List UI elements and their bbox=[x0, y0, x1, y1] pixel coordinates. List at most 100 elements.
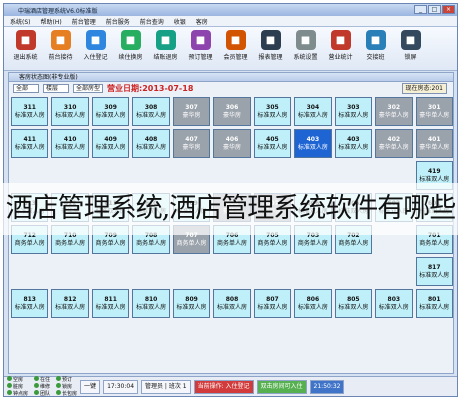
menu-item-2[interactable]: 前台管理 bbox=[72, 17, 96, 26]
room-cell[interactable]: 403 标准双人房 bbox=[294, 129, 332, 158]
toolbar-button-0[interactable]: ■ 退出系统 bbox=[10, 30, 41, 67]
window-controls: _ □ × bbox=[414, 5, 455, 14]
toolbar-button-9[interactable]: ■ 营业统计 bbox=[325, 30, 356, 67]
close-button[interactable]: × bbox=[442, 5, 455, 14]
room-cell[interactable]: 310 标准双人房 bbox=[51, 97, 89, 126]
room-type: 商务单人房 bbox=[55, 239, 86, 247]
toolbar-button-1[interactable]: ■ 前台接待 bbox=[45, 30, 76, 67]
room-number: 801 bbox=[427, 295, 441, 303]
exit-icon: ■ bbox=[15, 30, 36, 50]
toolbar-button-10[interactable]: ■ 交接班 bbox=[360, 30, 391, 67]
status-clock: 21:50:32 bbox=[309, 379, 345, 394]
room-number: 301 bbox=[427, 103, 441, 111]
room-cell[interactable]: 311 标准双人房 bbox=[11, 97, 49, 126]
room-type: 商务单人房 bbox=[14, 239, 45, 247]
room-type: 标准双人房 bbox=[176, 303, 207, 311]
room-cell[interactable]: 302 豪华单人房 bbox=[375, 97, 413, 126]
window-title: 中瑞酒店管理系统V6.0标准版 bbox=[18, 7, 98, 15]
room-cell[interactable]: 811 标准双人房 bbox=[91, 289, 130, 318]
room-cell[interactable]: 406 豪华房 bbox=[213, 129, 251, 158]
room-cell[interactable]: 306 豪华房 bbox=[213, 97, 251, 126]
room-cell[interactable]: 409 标准双人房 bbox=[91, 129, 130, 158]
status-dot-icon bbox=[34, 383, 40, 388]
member-icon: ■ bbox=[225, 30, 246, 50]
empty-slot bbox=[51, 257, 88, 286]
room-cell[interactable]: 308 标准双人房 bbox=[132, 97, 170, 126]
room-cell[interactable]: 403 标准双人房 bbox=[334, 129, 373, 158]
room-cell[interactable]: 401 豪华单人房 bbox=[415, 129, 453, 158]
menu-item-6[interactable]: 客房 bbox=[196, 17, 208, 26]
room-cell[interactable]: 410 标准双人房 bbox=[51, 129, 89, 158]
filter-bar: 全部 楼层 全部房型 营业日期:2013-07-18 现在房态:201 bbox=[9, 82, 453, 95]
room-type: 标准双人房 bbox=[297, 303, 328, 311]
gear-icon: ■ bbox=[295, 30, 316, 50]
room-cell[interactable]: 402 豪华单人房 bbox=[375, 129, 413, 158]
room-cell[interactable]: 812 标准双人房 bbox=[51, 289, 89, 318]
room-cell[interactable]: 810 标准双人房 bbox=[132, 289, 170, 318]
room-cell[interactable]: 309 标准双人房 bbox=[91, 97, 130, 126]
toolbar-button-6[interactable]: ■ 会员管理 bbox=[220, 30, 251, 67]
legend-label: 团队 bbox=[40, 391, 51, 397]
menu-item-5[interactable]: 收银 bbox=[174, 17, 186, 26]
toolbar-button-8[interactable]: ■ 系统设置 bbox=[290, 30, 321, 67]
room-number: 411 bbox=[23, 135, 36, 143]
room-number: 407 bbox=[185, 135, 198, 143]
empty-slot bbox=[173, 257, 210, 286]
menu-item-0[interactable]: 系统(S) bbox=[10, 17, 31, 26]
room-cell[interactable]: 411 标准双人房 bbox=[11, 129, 49, 158]
room-number: 403 bbox=[306, 135, 320, 143]
room-cell[interactable]: 405 标准双人房 bbox=[253, 129, 292, 158]
menu-item-3[interactable]: 前台服务 bbox=[106, 17, 130, 26]
room-type: 标准双人房 bbox=[136, 143, 167, 151]
menu-item-1[interactable]: 帮助(H) bbox=[41, 17, 62, 26]
empty-slot bbox=[92, 257, 129, 286]
status-segment-1: 一键 bbox=[80, 379, 101, 394]
room-cell[interactable]: 807 标准双人房 bbox=[253, 289, 292, 318]
room-cell[interactable]: 817 标准双人房 bbox=[415, 257, 453, 286]
room-type: 豪华单人房 bbox=[378, 111, 409, 119]
toolbar-button-3[interactable]: ■ 续住换房 bbox=[115, 30, 146, 67]
room-cell[interactable]: 805 标准双人房 bbox=[334, 289, 373, 318]
room-number: 403 bbox=[347, 135, 360, 143]
room-number: 817 bbox=[427, 263, 441, 271]
building-select[interactable]: 全部 bbox=[13, 84, 39, 93]
room-number: 305 bbox=[266, 103, 279, 111]
room-cell[interactable]: 808 标准双人房 bbox=[213, 289, 251, 318]
room-number: 304 bbox=[306, 103, 320, 111]
toolbar-button-5[interactable]: ■ 预订管理 bbox=[185, 30, 216, 67]
room-type-select[interactable]: 全部房型 bbox=[73, 84, 104, 93]
room-cell[interactable]: 301 豪华单人房 bbox=[415, 97, 453, 126]
room-cell[interactable]: 304 标准双人房 bbox=[294, 97, 332, 126]
room-cell[interactable]: 813 标准双人房 bbox=[11, 289, 49, 318]
room-number: 303 bbox=[347, 103, 360, 111]
room-cell[interactable]: 407 豪华房 bbox=[172, 129, 211, 158]
toolbar-button-label: 系统设置 bbox=[293, 54, 318, 61]
minimize-button[interactable]: _ bbox=[414, 5, 427, 14]
toolbar-button-4[interactable]: ■ 结账退房 bbox=[150, 30, 181, 67]
room-type: 标准双人房 bbox=[297, 111, 328, 119]
room-cell[interactable]: 806 标准双人房 bbox=[294, 289, 332, 318]
toolbar-button-11[interactable]: ■ 锁屏 bbox=[395, 30, 426, 67]
maximize-button[interactable]: □ bbox=[428, 5, 441, 14]
room-type: 标准双人房 bbox=[14, 303, 45, 311]
menu-item-4[interactable]: 前台查询 bbox=[140, 17, 164, 26]
room-cell[interactable]: 305 标准双人房 bbox=[253, 97, 292, 126]
room-cell[interactable]: 809 标准双人房 bbox=[172, 289, 211, 318]
room-type: 标准双人房 bbox=[419, 303, 450, 311]
toolbar-button-2[interactable]: ■ 入住登记 bbox=[80, 30, 111, 67]
status-hint: 双击房间可入住 bbox=[256, 379, 307, 394]
room-cell[interactable]: 307 豪华房 bbox=[172, 97, 211, 126]
status-dot-icon bbox=[56, 390, 62, 395]
status-dot-icon bbox=[7, 376, 12, 381]
room-cell[interactable]: 803 标准双人房 bbox=[375, 289, 413, 318]
room-cell[interactable]: 801 标准双人房 bbox=[415, 289, 453, 318]
room-number: 808 bbox=[225, 295, 239, 303]
toolbar-button-7[interactable]: ■ 报表管理 bbox=[255, 30, 286, 67]
room-cell[interactable]: 408 标准双人房 bbox=[132, 129, 170, 158]
empty-slot bbox=[132, 257, 169, 286]
room-type: 标准双人房 bbox=[136, 303, 167, 311]
room-type: 标准双人房 bbox=[338, 111, 369, 119]
room-cell[interactable]: 303 标准双人房 bbox=[334, 97, 373, 126]
shift-icon: ■ bbox=[365, 30, 386, 50]
floor-select[interactable]: 楼层 bbox=[43, 84, 69, 93]
